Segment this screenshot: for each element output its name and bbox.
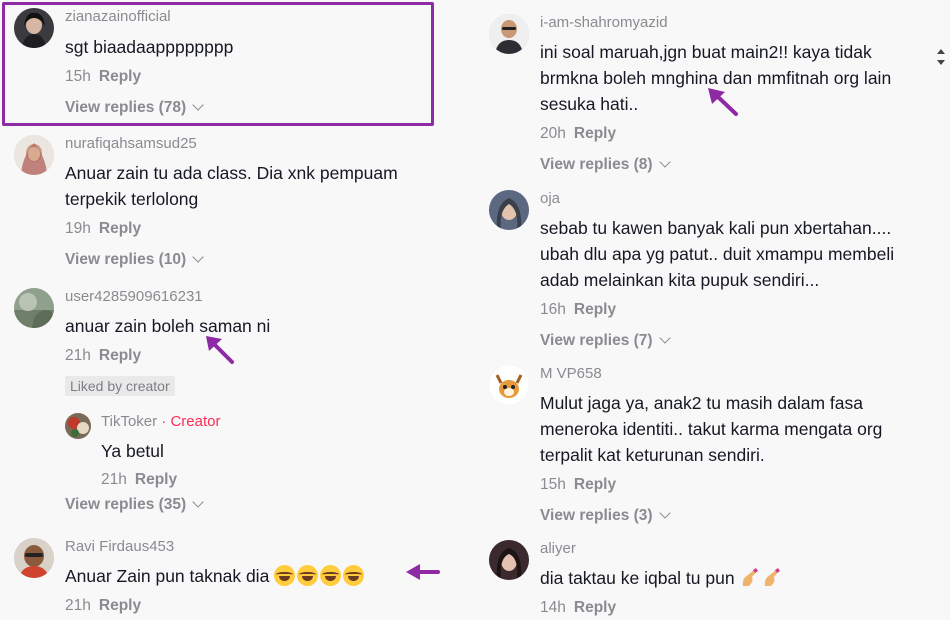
comment-meta: 21h Reply [65,596,366,616]
comment-meta: 21h Reply [65,346,270,366]
annotation-arrow-icon [406,564,440,580]
laughing-emoji-icon [274,565,296,586]
avatar[interactable] [489,365,529,405]
highlight-box [2,2,434,126]
separator-dot: · [161,413,167,430]
comment-time: 21h [65,347,91,364]
reply-button[interactable]: Reply [99,597,141,614]
comment-text-content: Anuar Zain pun taknak dia [65,566,270,586]
avatar[interactable] [14,288,54,328]
comment-text-line: sebab tu kawen banyak kali pun xbertahan… [540,218,892,238]
comment-text: anuar zain boleh saman ni [65,316,271,336]
view-replies-label: View replies (10) [65,251,187,268]
avatar[interactable] [14,538,54,578]
creator-badge: Creator [170,413,221,430]
comment-text: Anuar zain tu ada class. Dia xnk pempuam… [65,160,398,212]
view-replies-label: View replies (8) [540,156,653,173]
comment-text-line: meneroka identiti.. takut karma mengata … [540,419,883,439]
avatar[interactable] [489,540,529,580]
chevron-down-icon [658,156,671,168]
comment-text: Anuar Zain pun taknak dia [65,563,366,589]
annotation-arrow-icon [206,336,234,364]
reply-username-row: TikToker · Creator [101,413,221,431]
annotation-arrow-icon [708,88,738,116]
comment-time: 15h [540,476,566,493]
comment-text-line: adab melainkan kita pupuk sendiri... [540,270,820,290]
chevron-down-icon [658,332,671,344]
comment-username[interactable]: Ravi Firdaus453 [65,538,366,556]
reply-text: Ya betul [101,441,164,461]
laughing-emoji-icon [343,565,365,586]
comment-text: dia taktau ke iqbal tu pun [540,565,783,591]
comment-username[interactable]: oja [540,190,894,208]
laughing-emoji-icon [297,565,319,586]
comment-text: sebab tu kawen banyak kali pun xbertahan… [540,215,894,293]
view-replies-label: View replies (3) [540,507,653,524]
comment-meta: 16h Reply [540,300,894,320]
liked-by-creator-badge: Liked by creator [65,376,175,396]
avatar[interactable] [489,14,529,54]
nested-reply: TikToker · Creator Ya betul 21h Reply [65,413,270,488]
comment-meta: 15h Reply [540,475,882,495]
reply-username[interactable]: TikToker [101,413,157,430]
view-replies-button[interactable]: View replies (35) [65,495,270,515]
comment-meta: 20h Reply [540,124,891,144]
comment-text-line: Mulut jaga ya, anak2 tu masih dalam fasa [540,393,863,413]
comment-text-line: ubah dlu apa yg patut.. duit xmampu memb… [540,244,895,264]
reply-button[interactable]: Reply [99,347,141,364]
reply-time: 21h [101,471,127,488]
comment-text-line: terpekik terlolong [65,189,199,209]
view-replies-label: View replies (35) [65,496,187,513]
laughing-emoji-icon [320,565,342,586]
comment-username[interactable]: nurafiqahsamsud25 [65,135,398,153]
comment-username[interactable]: i-am-shahromyazid [540,14,891,32]
avatar[interactable] [65,413,91,439]
comment-text-line: Anuar zain tu ada class. Dia xnk pempuam [65,163,398,183]
comment-text-line: ini soal maruah,jgn buat main2!! kaya ti… [540,42,872,62]
comment-time: 16h [540,301,566,318]
nail-polish-emoji-icon [765,568,781,586]
view-replies-label: View replies (7) [540,332,653,349]
comment-username[interactable]: M VP658 [540,365,882,383]
reply-button[interactable]: Reply [574,301,616,318]
chevron-down-icon [658,507,671,519]
comment-text-content: dia taktau ke iqbal tu pun [540,568,735,588]
comment-meta: 19h Reply [65,219,398,239]
reply-button[interactable]: Reply [135,471,177,488]
nail-polish-emoji-icon [743,568,759,586]
comment-username[interactable]: aliyer [540,540,783,558]
comment-text-line: terpalit kat keturunan sendiri. [540,445,765,465]
reply-button[interactable]: Reply [574,125,616,142]
avatar[interactable] [489,190,529,230]
comment-text: Mulut jaga ya, anak2 tu masih dalam fasa… [540,390,882,468]
avatar[interactable] [14,135,54,175]
reply-button[interactable]: Reply [574,476,616,493]
chevron-down-icon [192,251,204,263]
reply-button[interactable]: Reply [574,599,616,616]
comment-time: 20h [540,125,566,142]
comment-time: 19h [65,220,91,237]
scroll-indicator-icon[interactable] [936,48,946,66]
comment-meta: 14h Reply [540,598,783,618]
chevron-down-icon [192,496,204,508]
comment-username[interactable]: user4285909616231 [65,288,270,306]
reply-meta: 21h Reply [101,470,221,490]
reply-button[interactable]: Reply [99,220,141,237]
view-replies-button[interactable]: View replies (8) [540,155,891,175]
comment-time: 21h [65,597,91,614]
comment-time: 14h [540,599,566,616]
view-replies-button[interactable]: View replies (10) [65,250,398,270]
view-replies-button[interactable]: View replies (7) [540,331,894,351]
view-replies-button[interactable]: View replies (3) [540,506,882,526]
